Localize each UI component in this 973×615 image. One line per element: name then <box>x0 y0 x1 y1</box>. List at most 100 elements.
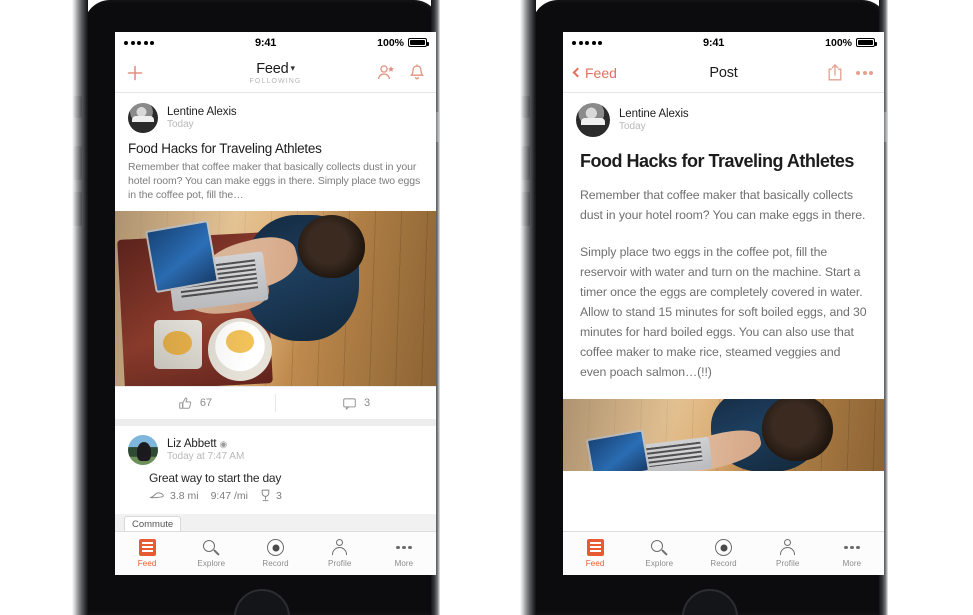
post-title: Food Hacks for Traveling Athletes <box>580 151 854 171</box>
post-author-name[interactable]: Lentine Alexis <box>619 108 689 120</box>
back-button[interactable]: Feed <box>572 64 617 81</box>
stat-distance-value: 3.8 mi <box>170 489 199 502</box>
nav-right-group <box>827 63 873 82</box>
stat-pace-value: 9:47 /mi <box>210 489 248 502</box>
add-friend-icon[interactable] <box>377 64 396 81</box>
commenter-avatar[interactable] <box>128 435 158 465</box>
tab-more[interactable]: More <box>820 539 884 568</box>
post-timestamp: Today <box>619 121 646 132</box>
stat-distance: 3.8 mi <box>149 490 199 502</box>
feed-nav-bar: Feed ▾ FOLLOWING <box>115 53 436 93</box>
status-time: 9:41 <box>254 36 277 49</box>
volume-down-button[interactable] <box>73 192 82 226</box>
chevron-left-icon <box>572 67 583 78</box>
post-card[interactable]: Lentine Alexis Today Food Hacks for Trav… <box>115 93 436 419</box>
profile-icon <box>779 539 796 556</box>
tab-record-label: Record <box>710 559 737 568</box>
phone-screen: 9:41 100% Feed ▾ FOLLOWING Lentine Alexi… <box>115 32 436 575</box>
tab-record-label: Record <box>262 559 289 568</box>
like-button[interactable]: 67 <box>115 396 275 411</box>
activity-header: Liz Abbett ◉ Today at 7:47 AM <box>115 426 436 469</box>
more-icon <box>844 539 860 556</box>
battery-full-icon <box>408 38 429 47</box>
post-paragraph-2: Simply place two eggs in the coffee pot,… <box>580 245 867 379</box>
tag-chip-row: Commute <box>115 514 436 531</box>
signal-dots-icon <box>572 40 602 45</box>
tab-profile-label: Profile <box>776 559 800 568</box>
feed-subtitle: FOLLOWING <box>249 77 302 85</box>
author-avatar[interactable] <box>576 103 610 137</box>
feed-title-label: Feed <box>256 60 289 77</box>
phone-left-edge <box>520 0 536 615</box>
card-separator <box>115 419 436 426</box>
commute-chip[interactable]: Commute <box>124 516 182 531</box>
volume-up-button[interactable] <box>73 146 82 180</box>
search-icon <box>203 539 220 556</box>
status-time: 9:41 <box>702 36 725 49</box>
activity-author-name[interactable]: Liz Abbett ◉ <box>167 438 244 450</box>
volume-down-button[interactable] <box>521 192 530 226</box>
nav-right-group <box>377 64 425 81</box>
mute-switch[interactable] <box>521 96 530 118</box>
nav-left-group <box>126 64 144 82</box>
signal-dots-icon <box>124 40 154 45</box>
tab-explore[interactable]: Explore <box>179 539 243 568</box>
mute-switch[interactable] <box>73 96 82 118</box>
status-battery: 100% <box>377 36 429 49</box>
activity-title[interactable]: Great way to start the day <box>149 469 423 489</box>
status-bar: 9:41 100% <box>563 32 884 53</box>
author-avatar[interactable] <box>128 103 158 133</box>
laptop-breakfast-photo[interactable] <box>115 211 436 386</box>
back-button-label: Feed <box>585 64 617 81</box>
stat-trophy: 3 <box>260 489 282 502</box>
page-title[interactable]: Feed ▾ <box>256 61 295 77</box>
tab-feed[interactable]: Feed <box>115 539 179 568</box>
post-excerpt: Remember that coffee maker that basicall… <box>128 161 421 201</box>
post-title[interactable]: Food Hacks for Traveling Athletes <box>115 138 436 160</box>
tab-record[interactable]: Record <box>691 539 755 568</box>
plus-icon[interactable] <box>126 64 144 82</box>
battery-percent: 100% <box>377 36 404 49</box>
battery-percent: 100% <box>825 36 852 49</box>
status-bar: 9:41 100% <box>115 32 436 53</box>
home-button[interactable] <box>682 589 738 615</box>
phone-screen: 9:41 100% Feed Post Lentine Alexis Today… <box>563 32 884 575</box>
stat-trophy-value: 3 <box>275 489 282 502</box>
laptop-breakfast-photo[interactable] <box>563 399 884 471</box>
bell-icon[interactable] <box>409 64 425 81</box>
search-icon <box>651 539 668 556</box>
status-battery: 100% <box>825 36 877 49</box>
post-author-name[interactable]: Lentine Alexis <box>167 106 237 118</box>
tab-feed[interactable]: Feed <box>563 539 627 568</box>
tab-profile[interactable]: Profile <box>308 539 372 568</box>
tab-more[interactable]: More <box>372 539 436 568</box>
stat-pace: 9:47 /mi <box>211 490 248 502</box>
more-dots-icon[interactable] <box>856 70 873 75</box>
volume-up-button[interactable] <box>521 146 530 180</box>
nav-left-group: Feed <box>572 64 617 81</box>
comment-button[interactable]: 3 <box>276 396 436 411</box>
chevron-down-icon: ▾ <box>290 62 295 73</box>
tab-profile[interactable]: Profile <box>756 539 820 568</box>
tab-explore[interactable]: Explore <box>627 539 691 568</box>
tab-explore-label: Explore <box>197 558 226 568</box>
record-icon <box>715 539 732 556</box>
activity-body: Great way to start the day 3.8 mi 9:47 /… <box>115 469 436 514</box>
post-detail-scroll[interactable]: Lentine Alexis Today Food Hacks for Trav… <box>563 93 884 531</box>
like-count: 67 <box>199 397 213 409</box>
share-icon[interactable] <box>827 63 843 82</box>
shoe-icon <box>149 492 164 499</box>
feed-icon <box>586 539 604 556</box>
activity-author-label: Liz Abbett <box>167 438 217 450</box>
activity-card[interactable]: Liz Abbett ◉ Today at 7:47 AM Great way t… <box>115 426 436 514</box>
tab-bar: Feed Explore Record Profile More <box>563 531 884 575</box>
screenshot-stage: 9:41 100% Feed ▾ FOLLOWING Lentine Alexi… <box>0 0 973 615</box>
tab-explore-label: Explore <box>645 558 674 568</box>
record-icon <box>267 539 284 556</box>
tab-feed-label: Feed <box>137 559 157 568</box>
tab-record[interactable]: Record <box>243 539 307 568</box>
trophy-icon <box>261 489 270 502</box>
feed-icon <box>138 539 156 556</box>
feed-scroll-area[interactable]: Lentine Alexis Today Food Hacks for Trav… <box>115 93 436 531</box>
home-button[interactable] <box>234 589 290 615</box>
